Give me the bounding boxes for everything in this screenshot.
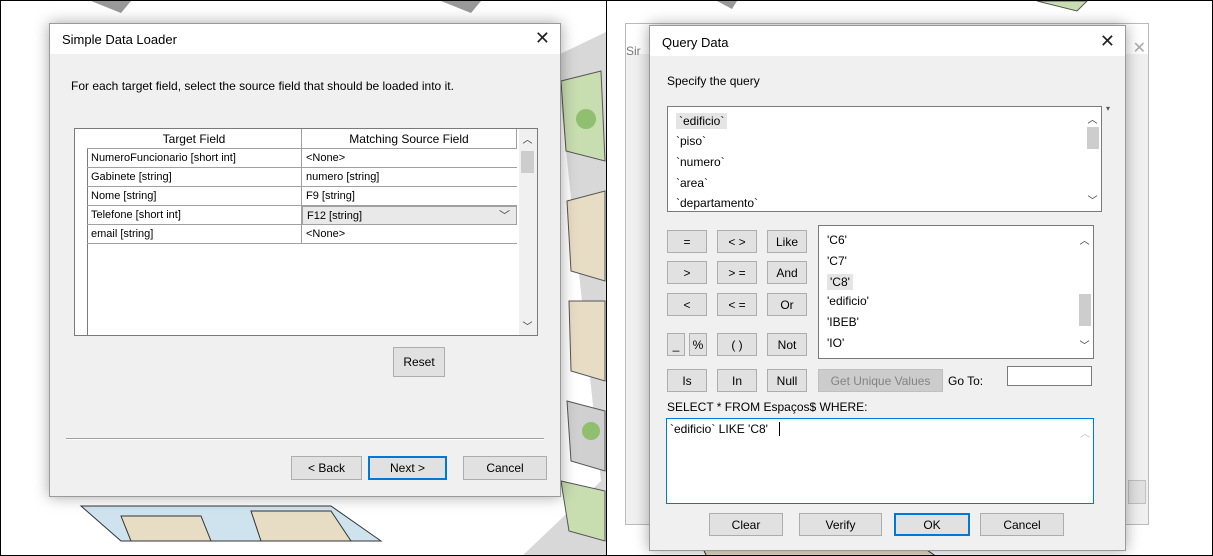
dialog-titlebar: Simple Data Loader ✕ [50,24,560,54]
tiny-dropdown-icon[interactable]: ▾ [1106,104,1110,113]
percent-button[interactable]: % [689,333,707,356]
less-than-button[interactable]: < [667,293,707,316]
less-equal-button[interactable]: < = [717,293,757,316]
target-field-cell: Nome [string] [87,187,302,206]
target-field-header: Target Field [87,129,302,149]
greater-equal-button[interactable]: > = [717,261,757,284]
scroll-down-icon[interactable]: ﹀ [1084,192,1101,207]
goto-label: Go To: [948,374,984,388]
not-button[interactable]: Not [767,333,807,356]
target-field-cell: email [string] [87,225,302,244]
null-button[interactable]: Null [767,369,807,392]
source-field-dropdown[interactable]: F12 [string] ﹀ [302,206,517,225]
list-item[interactable]: `departamento` [676,196,758,210]
next-button[interactable]: Next > [368,456,447,480]
field-list-scrollbar[interactable]: ︿ ﹀ [1084,107,1101,211]
dialog-titlebar: Query Data ✕ [650,26,1125,56]
dialog-title: Simple Data Loader [62,32,177,47]
list-item[interactable]: `area` [676,176,708,190]
table-row[interactable]: Nome [string] F9 [string] [75,187,517,206]
is-button[interactable]: Is [667,369,707,392]
equals-button[interactable]: = [667,230,707,253]
matching-source-field-header: Matching Source Field [302,129,517,149]
scroll-down-icon[interactable]: ﹀ [519,318,536,333]
table-row[interactable]: NumeroFuncionario [short int] <None> [75,149,517,168]
source-field-cell[interactable]: <None> [302,149,517,168]
dialog-title: Query Data [662,35,729,50]
like-button[interactable]: Like [767,230,807,253]
chevron-down-icon[interactable]: ﹀ [499,207,510,225]
list-item[interactable]: 'IO' [827,336,844,350]
list-item[interactable]: 'C6' [827,233,847,247]
scrollbar-thumb[interactable] [1087,127,1099,149]
ok-button[interactable]: OK [894,513,970,536]
clear-button[interactable]: Clear [709,513,783,536]
close-icon[interactable]: ✕ [535,28,550,49]
unique-values-list[interactable]: 'C6' 'C7' 'C8' 'edificio' 'IBEB' 'IO' ︿ … [818,225,1094,359]
or-button[interactable]: Or [767,293,807,316]
greater-than-button[interactable]: > [667,261,707,284]
verify-button[interactable]: Verify [799,513,882,536]
sql-prefix-label: SELECT * FROM Espaços$ WHERE: [667,400,868,414]
table-row[interactable]: email [string] <None> [75,225,517,244]
field-mapping-grid: Target Field Matching Source Field Numer… [74,128,538,336]
source-field-dropdown-value: F12 [string] [307,210,363,222]
scroll-up-icon[interactable]: ︿ [519,131,536,146]
not-equal-button[interactable]: < > [717,230,757,253]
list-item[interactable]: 'C7' [827,254,847,268]
and-button[interactable]: And [767,261,807,284]
simple-data-loader-dialog: Simple Data Loader ✕ For each target fie… [49,23,561,497]
source-field-cell[interactable]: <None> [302,225,517,244]
text-cursor [779,422,780,436]
grid-vertical-scrollbar[interactable]: ︿ ﹀ [519,129,537,335]
close-icon[interactable]: ✕ [1100,31,1115,52]
underscore-button[interactable]: _ [667,333,685,356]
cancel-button[interactable]: Cancel [463,456,547,480]
target-field-cell: NumeroFuncionario [short int] [87,149,302,168]
scroll-up-icon[interactable]: ︿ [1076,232,1093,247]
goto-input[interactable] [1007,366,1092,386]
table-row[interactable]: Gabinete [string] numero [string] [75,168,517,187]
scrollbar-thumb[interactable] [521,151,534,173]
get-unique-values-button[interactable]: Get Unique Values [818,369,943,392]
list-item[interactable]: `piso` [676,134,706,148]
target-field-cell: Gabinete [string] [87,168,302,187]
scroll-up-icon[interactable]: ︿ [1080,425,1090,440]
background-button [1128,480,1146,504]
list-item[interactable]: `edificio` [676,113,728,129]
background-dialog-title: Sir [626,44,641,58]
list-item[interactable]: 'edificio' [827,294,869,308]
scroll-up-icon[interactable]: ︿ [1084,111,1101,126]
values-list-scrollbar[interactable]: ︿ ﹀ [1076,226,1093,358]
list-item[interactable]: 'C8' [827,274,853,290]
reset-button[interactable]: Reset [393,347,445,377]
target-field-cell: Telefone [short int] [87,206,302,225]
right-panel: Sir ✕ Query Data ✕ Specify the query `ed… [606,0,1213,556]
expression-textarea[interactable]: `edificio` LIKE 'C8' ︿ [666,418,1094,504]
left-panel: Simple Data Loader ✕ For each target fie… [0,0,607,556]
expression-text: `edificio` LIKE 'C8' [670,422,768,436]
back-button[interactable]: < Back [291,456,362,480]
source-field-cell[interactable]: F9 [string] [302,187,517,206]
parentheses-button[interactable]: ( ) [717,333,757,356]
in-button[interactable]: In [717,369,757,392]
list-item[interactable]: 'IBEB' [827,315,859,329]
table-row[interactable]: Telefone [short int] F12 [string] ﹀ [75,206,517,225]
field-list[interactable]: `edificio` `piso` `numero` `area` `depar… [667,106,1102,212]
scrollbar-thumb[interactable] [1079,294,1091,326]
source-field-cell[interactable]: numero [string] [302,168,517,187]
background-close-icon[interactable]: ✕ [1133,38,1146,58]
query-data-dialog: Query Data ✕ Specify the query `edificio… [649,25,1126,551]
cancel-button[interactable]: Cancel [980,513,1064,536]
list-item[interactable]: `numero` [676,155,725,169]
scroll-down-icon[interactable]: ﹀ [1076,337,1093,352]
instruction-text: For each target field, select the source… [71,79,454,93]
separator-line [66,438,544,440]
specify-query-label: Specify the query [667,74,760,88]
